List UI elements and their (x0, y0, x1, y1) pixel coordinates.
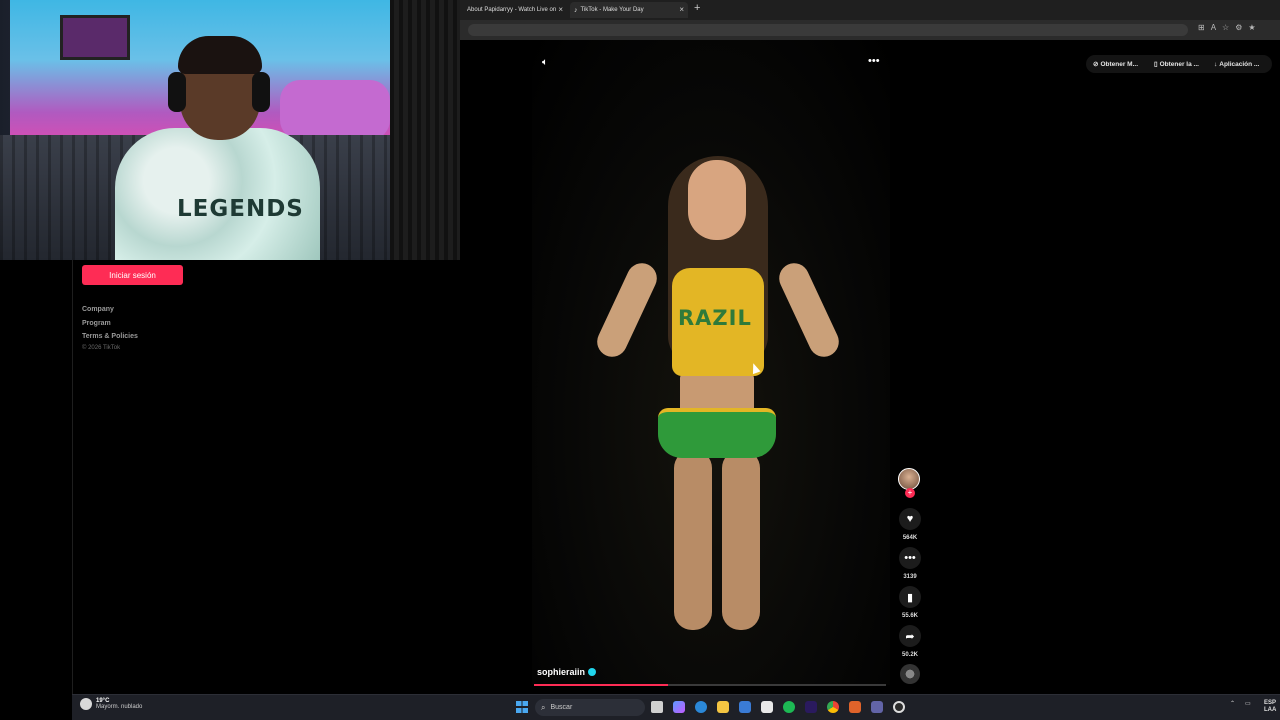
edge-icon[interactable] (695, 701, 707, 713)
creator-avatar[interactable] (898, 468, 920, 490)
weather-widget[interactable]: 19°C Mayorm. nublado (80, 698, 142, 710)
network-icon[interactable]: ▭ (1245, 700, 1251, 707)
extensions-icon[interactable]: ⚙ (1235, 23, 1248, 32)
coin-icon: ⊘ (1093, 61, 1099, 68)
tab-label: About Papidarryy - Watch Live on (467, 7, 557, 13)
region-code: LAA (1264, 707, 1277, 713)
file-explorer-icon[interactable] (717, 701, 729, 713)
streamer-hair (178, 36, 262, 74)
username-text: sophieraiin (537, 667, 586, 677)
save-count: 55.6K (901, 613, 918, 619)
like-count: 564K (902, 535, 918, 541)
calculator-icon[interactable] (761, 701, 773, 713)
tab-label: TikTok - Make Your Day (580, 7, 644, 13)
headphone-left (168, 72, 186, 112)
new-tab-button[interactable]: + (694, 2, 700, 14)
figure-leg-left (674, 450, 712, 630)
favorites-icon[interactable]: ★ (1248, 23, 1261, 32)
chrome-icon[interactable] (827, 701, 839, 713)
follow-plus-icon[interactable]: + (905, 488, 915, 498)
video-player[interactable]: RAZIL (532, 40, 890, 685)
tab-papidarryy[interactable]: About Papidarryy - Watch Live on × (463, 2, 567, 18)
premiere-icon[interactable] (805, 701, 817, 713)
cloud-icon (80, 698, 92, 710)
language-indicator[interactable]: ESP LAA (1264, 700, 1276, 714)
copyright-text: © 2026 TikTok (82, 345, 121, 351)
figure-leg-right (722, 450, 760, 630)
tab-tiktok[interactable]: ♪ TikTok - Make Your Day × (570, 2, 688, 18)
get-app-label: Obtener la ... (1159, 60, 1199, 68)
shirt-text: LEGENDS (177, 196, 304, 222)
headphone-right (252, 72, 270, 112)
like-heart-icon[interactable]: ♥ (899, 508, 921, 530)
comment-icon[interactable]: ••• (899, 547, 921, 569)
copilot-icon[interactable] (673, 701, 685, 713)
get-app-button[interactable]: ▯ Obtener la ... (1154, 57, 1199, 71)
footer-link-company[interactable]: Company (82, 306, 114, 313)
share-count: 50.2K (901, 652, 918, 658)
weather-description: Mayorm. nublado (96, 704, 143, 710)
tray-overflow-icon[interactable]: ⌃ (1230, 700, 1235, 707)
volume-icon[interactable]: 🔈︎ (542, 57, 548, 68)
obs-icon[interactable] (893, 701, 905, 713)
toolbar-icons[interactable]: ⊞A☆⚙★ (1198, 23, 1262, 32)
brave-icon[interactable] (849, 701, 861, 713)
tiktok-favicon-icon: ♪ (574, 6, 578, 14)
desktop-app-button[interactable]: ↓ Aplicación ... (1214, 57, 1259, 71)
sidebar-divider (72, 260, 73, 694)
search-placeholder: Buscar (550, 704, 573, 711)
bookmark-icon[interactable]: ▮ (899, 586, 921, 608)
more-options-icon[interactable]: ••• (868, 55, 880, 67)
webcam-overlay: LEGENDS (0, 0, 460, 260)
task-view-icon[interactable] (651, 701, 663, 713)
figure-arm-left (592, 258, 662, 362)
streamer-shirt (115, 128, 320, 260)
verified-badge-icon (588, 668, 597, 676)
language-code: ESP (1264, 700, 1277, 706)
video-progress-bar[interactable] (534, 684, 886, 686)
app-available-icon[interactable]: ⊞ (1198, 23, 1211, 32)
close-tab-icon[interactable]: × (679, 5, 684, 14)
close-tab-icon[interactable]: × (558, 5, 563, 14)
comment-count: 3139 (903, 574, 917, 580)
background-tv (60, 15, 130, 60)
background-sofa (280, 80, 390, 140)
video-username[interactable]: sophieraiin (537, 667, 597, 677)
teams-icon[interactable] (871, 701, 883, 713)
top-print-text: RAZIL (678, 306, 752, 330)
music-disc-icon[interactable] (900, 664, 920, 684)
store-icon[interactable] (739, 701, 751, 713)
phone-icon: ▯ (1154, 61, 1158, 68)
taskbar-search[interactable]: ⌕ Buscar (535, 699, 645, 716)
share-arrow-icon[interactable]: ➦ (899, 625, 921, 647)
footer-link-program[interactable]: Program (82, 320, 111, 327)
footer-link-terms[interactable]: Terms & Policies (82, 333, 138, 340)
download-icon: ↓ (1214, 60, 1218, 68)
figure-shorts (658, 408, 776, 458)
windows-start-icon[interactable] (516, 701, 528, 713)
background-panel (390, 0, 460, 260)
desktop-app-label: Aplicación ... (1219, 60, 1260, 68)
search-icon: ⌕ (541, 702, 546, 712)
figure-arm-right (774, 258, 844, 362)
spotify-icon[interactable] (783, 701, 795, 713)
screen: LEGENDS About Papidarryy - Watch Live on… (0, 0, 1280, 720)
get-coins-button[interactable]: ⊘ Obtener M... (1093, 57, 1138, 71)
favorite-star-icon[interactable]: ☆ (1222, 23, 1235, 32)
address-bar[interactable] (468, 24, 1188, 36)
video-progress-fill (534, 684, 668, 686)
figure-face (688, 160, 746, 240)
login-button[interactable]: Iniciar sesión (82, 265, 183, 285)
get-coins-label: Obtener M... (1100, 60, 1139, 68)
read-aloud-icon[interactable]: A (1211, 23, 1222, 32)
